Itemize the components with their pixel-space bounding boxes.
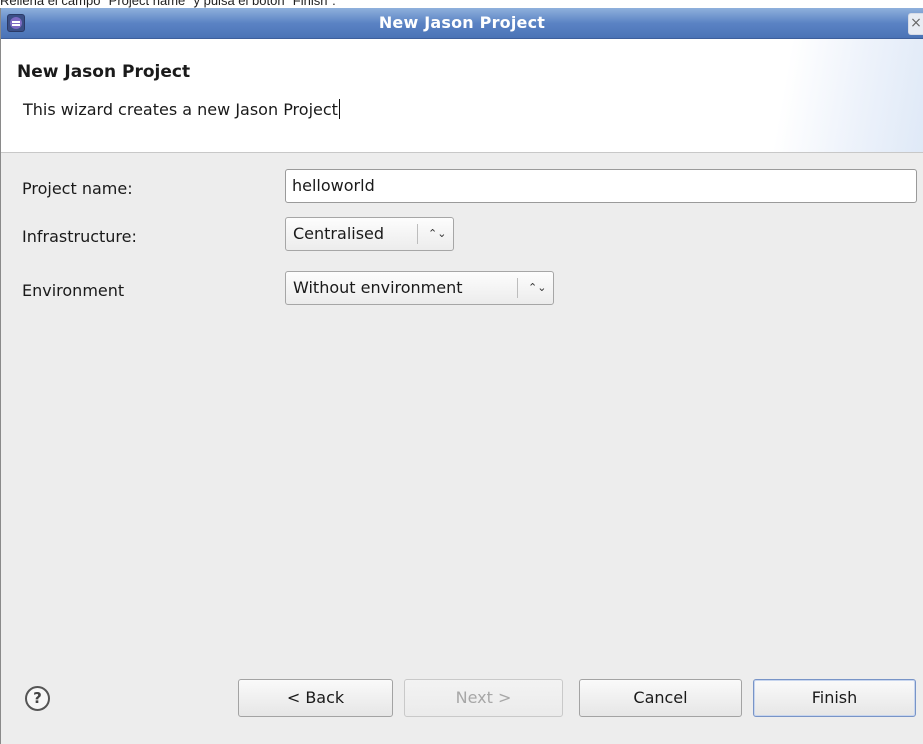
- text-cursor: [338, 99, 340, 119]
- infrastructure-value: Centralised: [293, 224, 385, 243]
- next-button[interactable]: Next >: [404, 679, 563, 717]
- instruction-caption: Rellena el campo "Project name" y pulsa …: [0, 0, 336, 8]
- up-down-arrows-icon[interactable]: ⌃⌄: [528, 272, 546, 304]
- project-name-input[interactable]: helloworld: [285, 169, 917, 203]
- title-bar[interactable]: New Jason Project ×: [1, 8, 923, 39]
- window-title: New Jason Project: [378, 13, 546, 32]
- infrastructure-label: Infrastructure:: [22, 227, 137, 246]
- combo-separator: [517, 278, 518, 298]
- combo-separator: [417, 224, 418, 244]
- environment-select[interactable]: Without environment ⌃⌄: [285, 271, 554, 305]
- wizard-header: New Jason Project This wizard creates a …: [1, 39, 923, 153]
- page-description: This wizard creates a new Jason Project: [23, 99, 340, 119]
- wizard-footer: ? < Back Next > Cancel Finish: [1, 679, 923, 744]
- infrastructure-select[interactable]: Centralised ⌃⌄: [285, 217, 454, 251]
- project-name-label: Project name:: [22, 179, 133, 198]
- wizard-dialog: New Jason Project × New Jason Project Th…: [0, 8, 923, 744]
- cancel-button[interactable]: Cancel: [579, 679, 742, 717]
- finish-button[interactable]: Finish: [753, 679, 916, 717]
- help-icon[interactable]: ?: [25, 686, 50, 711]
- environment-value: Without environment: [293, 278, 463, 297]
- back-button[interactable]: < Back: [238, 679, 393, 717]
- page-description-text: This wizard creates a new Jason Project: [23, 100, 338, 119]
- up-down-arrows-icon[interactable]: ⌃⌄: [428, 218, 446, 250]
- close-icon[interactable]: ×: [908, 13, 923, 35]
- wizard-body: Project name: helloworld Infrastructure:…: [1, 153, 923, 744]
- page-title: New Jason Project: [17, 62, 191, 82]
- environment-label: Environment: [22, 281, 125, 300]
